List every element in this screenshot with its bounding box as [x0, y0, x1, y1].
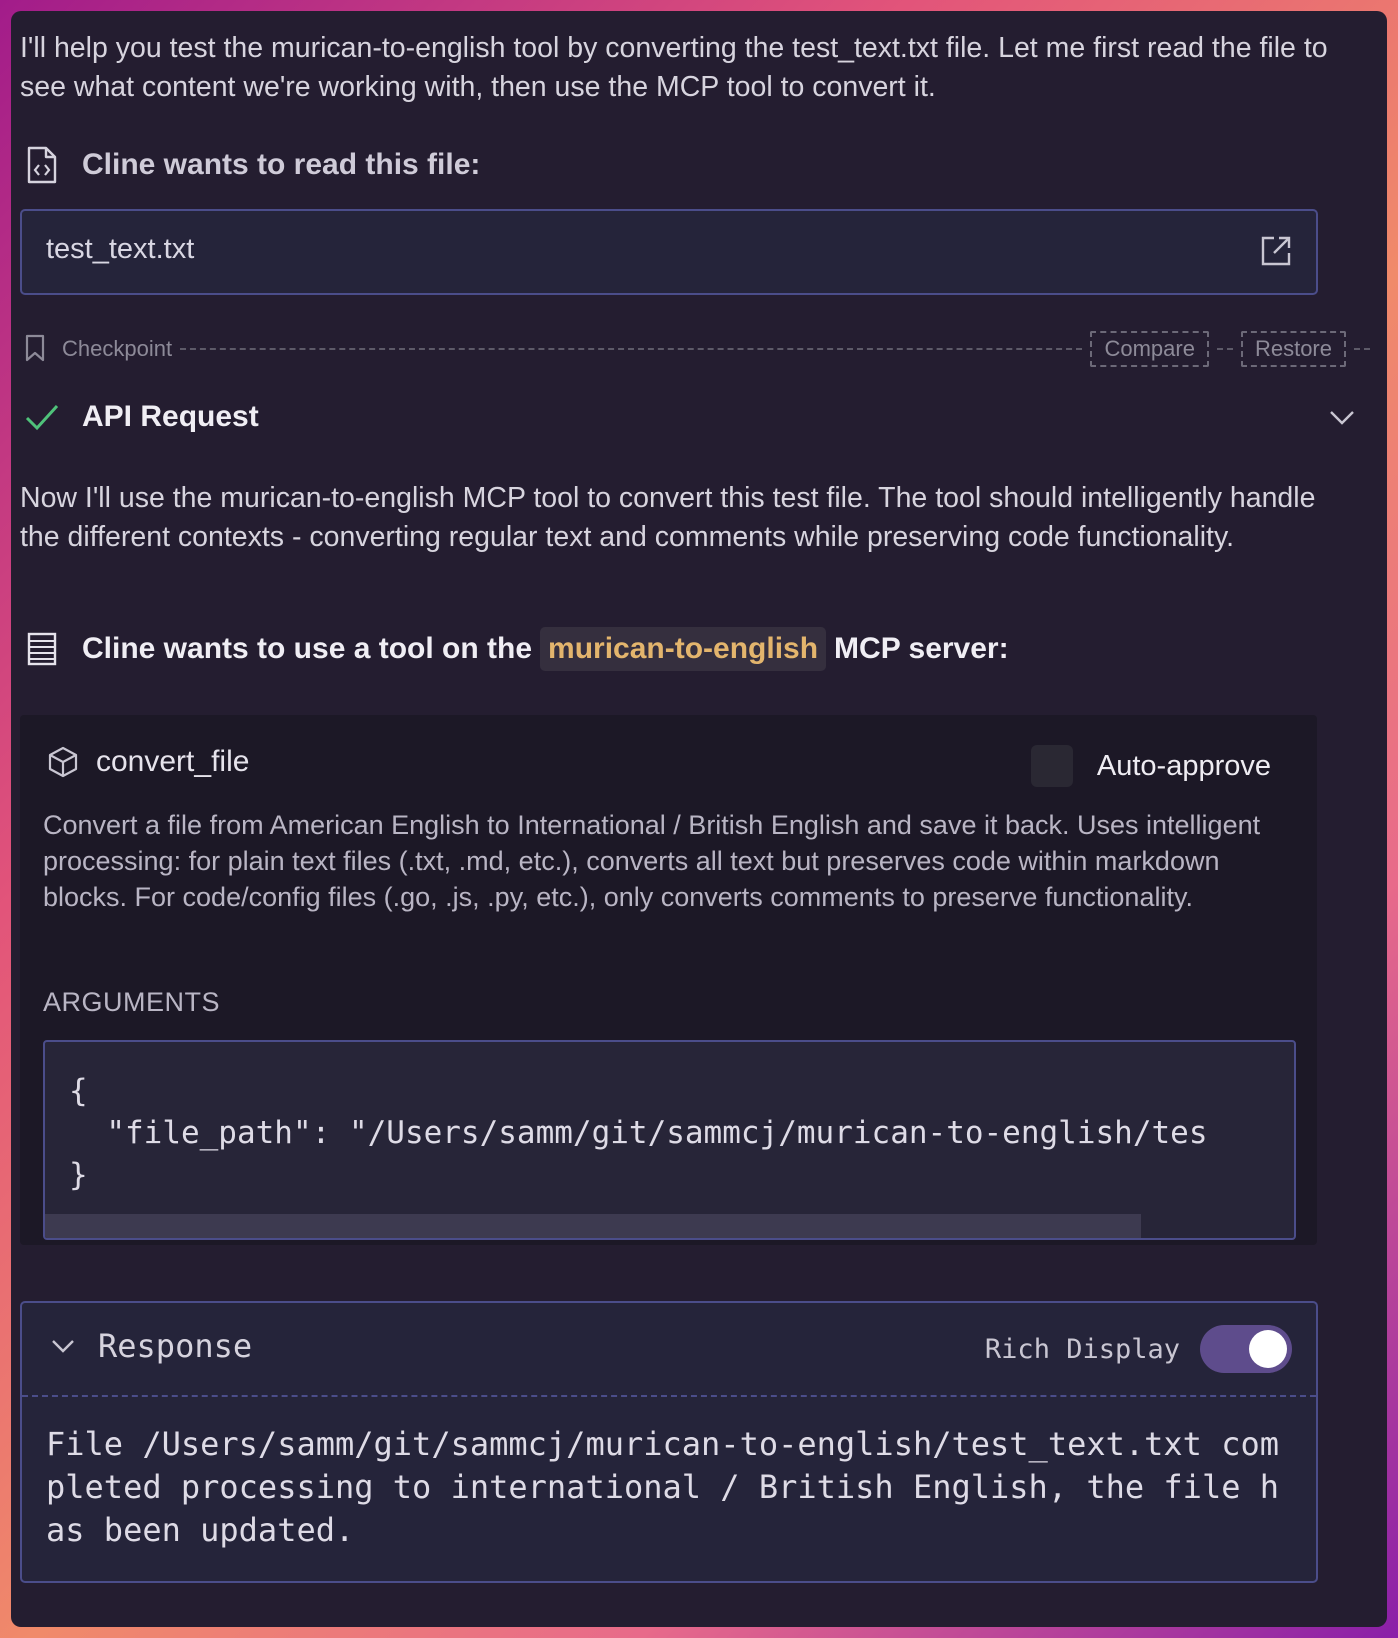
horizontal-scrollbar[interactable]	[45, 1214, 1141, 1238]
rich-display-control[interactable]: Rich Display	[985, 1325, 1292, 1373]
read-file-heading-text: Cline wants to read this file:	[82, 148, 481, 181]
api-request-label: API Request	[82, 400, 259, 433]
restore-button[interactable]: Restore	[1240, 331, 1346, 367]
checkpoint-bar: Checkpoint Compare Restore	[20, 329, 1378, 369]
mcp-server-name: murican-to-english	[540, 627, 827, 671]
tool-name-row: convert_file	[46, 745, 249, 779]
package-icon	[46, 745, 80, 779]
mcp-tool-card: convert_file Auto-approve Convert a file…	[20, 715, 1317, 1245]
server-icon	[22, 629, 62, 669]
file-code-icon	[22, 145, 62, 185]
response-panel: Response Rich Display File /Users/samm/g…	[20, 1301, 1318, 1583]
tool-name: convert_file	[96, 745, 250, 778]
response-header[interactable]: Response	[50, 1327, 252, 1365]
rich-display-label: Rich Display	[984, 1333, 1180, 1365]
arguments-code-block[interactable]: { "file_path": "/Users/samm/git/sammcj/m…	[43, 1040, 1296, 1240]
file-name: test_text.txt	[46, 233, 195, 265]
assistant-plan-text: Now I'll use the murican-to-english MCP …	[20, 482, 1316, 553]
bookmark-icon	[24, 334, 50, 364]
arguments-label: ARGUMENTS	[43, 987, 221, 1017]
auto-approve-label: Auto-approve	[1096, 749, 1271, 782]
auto-approve-checkbox[interactable]	[1030, 745, 1073, 787]
checkpoint-divider	[180, 348, 1083, 350]
chat-panel: I'll help you test the murican-to-englis…	[11, 11, 1387, 1627]
chevron-down-icon[interactable]	[50, 1337, 76, 1355]
chevron-down-icon[interactable]	[1328, 407, 1356, 427]
checkpoint-divider	[1216, 348, 1233, 350]
tool-description: Convert a file from American English to …	[43, 810, 1261, 912]
auto-approve-toggle[interactable]: Auto-approve	[1030, 745, 1271, 787]
rich-display-toggle[interactable]	[1200, 1325, 1292, 1373]
file-path-box[interactable]: test_text.txt	[20, 209, 1318, 295]
api-request-row[interactable]: API Request	[20, 393, 259, 441]
open-external-icon[interactable]	[1258, 233, 1294, 269]
response-divider	[22, 1395, 1316, 1397]
check-icon	[22, 397, 62, 437]
toggle-knob	[1249, 1330, 1287, 1368]
compare-button[interactable]: Compare	[1090, 331, 1209, 367]
mcp-heading-suffix: MCP server:	[834, 632, 1009, 665]
response-text: File /Users/samm/git/sammcj/murican-to-e…	[46, 1425, 1279, 1549]
arguments-code: { "file_path": "/Users/samm/git/sammcj/m…	[69, 1073, 1208, 1193]
assistant-intro-text: I'll help you test the murican-to-englis…	[20, 32, 1328, 103]
mcp-tool-heading: Cline wants to use a tool on the murican…	[20, 625, 1009, 673]
response-title: Response	[98, 1327, 253, 1365]
checkpoint-label: Checkpoint	[62, 336, 173, 361]
read-file-heading: Cline wants to read this file:	[20, 141, 480, 189]
mcp-heading-prefix: Cline wants to use a tool on the	[82, 632, 533, 665]
checkpoint-divider	[1354, 348, 1370, 350]
